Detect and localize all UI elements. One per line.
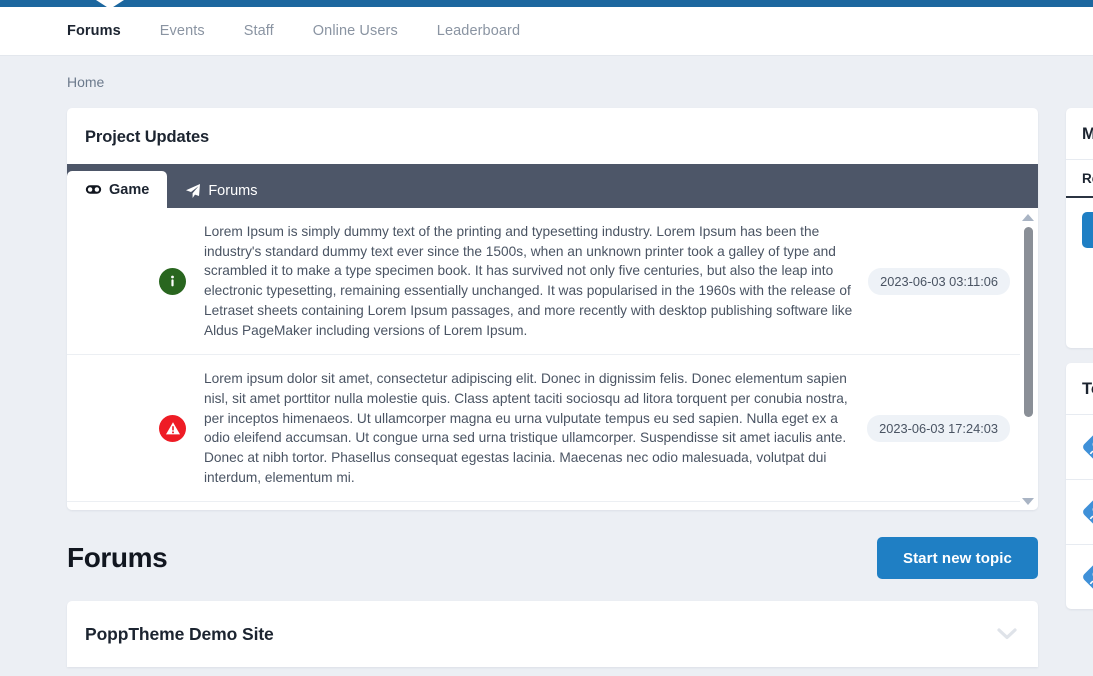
sidebar-card-members-tab[interactable]: Re (1066, 159, 1093, 198)
scrollbar-thumb[interactable] (1023, 227, 1033, 417)
scroll-up-arrow-icon[interactable] (1022, 214, 1034, 221)
paper-plane-icon (185, 183, 201, 199)
project-updates-title: Project Updates (85, 128, 210, 146)
right-sidebar: Mo Re To (1066, 108, 1093, 624)
update-timestamp: 2023-06-03 17:24:03 (867, 414, 1010, 442)
tab-forums-label: Forums (208, 182, 258, 199)
scroll-down-arrow-icon[interactable] (1022, 498, 1034, 505)
updates-list: Lorem Ipsum is simply dummy text of the … (67, 208, 1020, 510)
tab-game[interactable]: Game (67, 171, 168, 208)
list-item[interactable] (1066, 479, 1093, 544)
sidebar-action-button[interactable] (1082, 212, 1093, 248)
forum-group-card: PoppTheme Demo Site (67, 601, 1038, 667)
page-title: Forums (67, 542, 168, 573)
updates-tabstrip: Game Forums (67, 164, 1038, 208)
primary-navigation: Forums Events Staff Online Users Leaderb… (0, 7, 1093, 56)
main-column: Project Updates Game Forums Lorem Ipsum … (67, 108, 1038, 667)
sidebar-card-members-title: Mo (1082, 125, 1093, 143)
nav-item-online-users[interactable]: Online Users (313, 23, 398, 39)
start-new-topic-button[interactable]: Start new topic (876, 537, 1038, 579)
sidebar-card-members: Mo Re (1066, 108, 1093, 348)
nav-item-staff[interactable]: Staff (244, 23, 274, 39)
user-avatar-icon (1082, 432, 1093, 462)
page-layout: Project Updates Game Forums Lorem Ipsum … (0, 108, 1093, 667)
chevron-down-icon[interactable] (996, 623, 1018, 645)
update-text: Lorem Ipsum is simply dummy text of the … (204, 224, 853, 338)
sidebar-card-members-body (1066, 198, 1093, 348)
nav-item-forums[interactable]: Forums (67, 23, 121, 39)
update-timestamp: 2023-06-03 03:11:06 (868, 267, 1010, 295)
breadcrumb-home-link[interactable]: Home (67, 74, 104, 90)
user-avatar-icon (1082, 562, 1093, 592)
forum-group-title: PoppTheme Demo Site (85, 623, 274, 644)
updates-scrollbar[interactable] (1020, 208, 1036, 510)
nav-item-leaderboard[interactable]: Leaderboard (437, 23, 520, 39)
tab-game-label: Game (109, 181, 150, 198)
gamepad-icon (85, 184, 102, 195)
nav-pointer-notch (96, 0, 124, 9)
update-row: Lorem Ipsum is simply dummy text of the … (67, 208, 1020, 356)
scrollbar-track[interactable] (1020, 221, 1036, 498)
user-avatar-icon (1082, 497, 1093, 527)
forums-heading-row: Forums Start new topic (67, 537, 1038, 579)
list-item[interactable] (1066, 414, 1093, 479)
warning-triangle-icon (159, 414, 186, 442)
top-accent-bar (0, 0, 1093, 9)
updates-scroll-region: Lorem Ipsum is simply dummy text of the … (67, 208, 1038, 510)
sidebar-card-topics: To (1066, 363, 1093, 609)
project-updates-card: Project Updates Game Forums Lorem Ipsum … (67, 108, 1038, 510)
tab-forums[interactable]: Forums (167, 173, 275, 208)
info-circle-icon (159, 267, 186, 295)
list-item[interactable] (1066, 544, 1093, 609)
sidebar-card-topics-title: To (1082, 380, 1093, 398)
breadcrumb: Home (0, 56, 1093, 108)
update-text: Lorem ipsum dolor sit amet, consectetur … (204, 371, 848, 485)
update-row: Lorem ipsum dolor sit amet, consectetur … (67, 355, 1020, 503)
nav-item-events[interactable]: Events (160, 23, 205, 39)
